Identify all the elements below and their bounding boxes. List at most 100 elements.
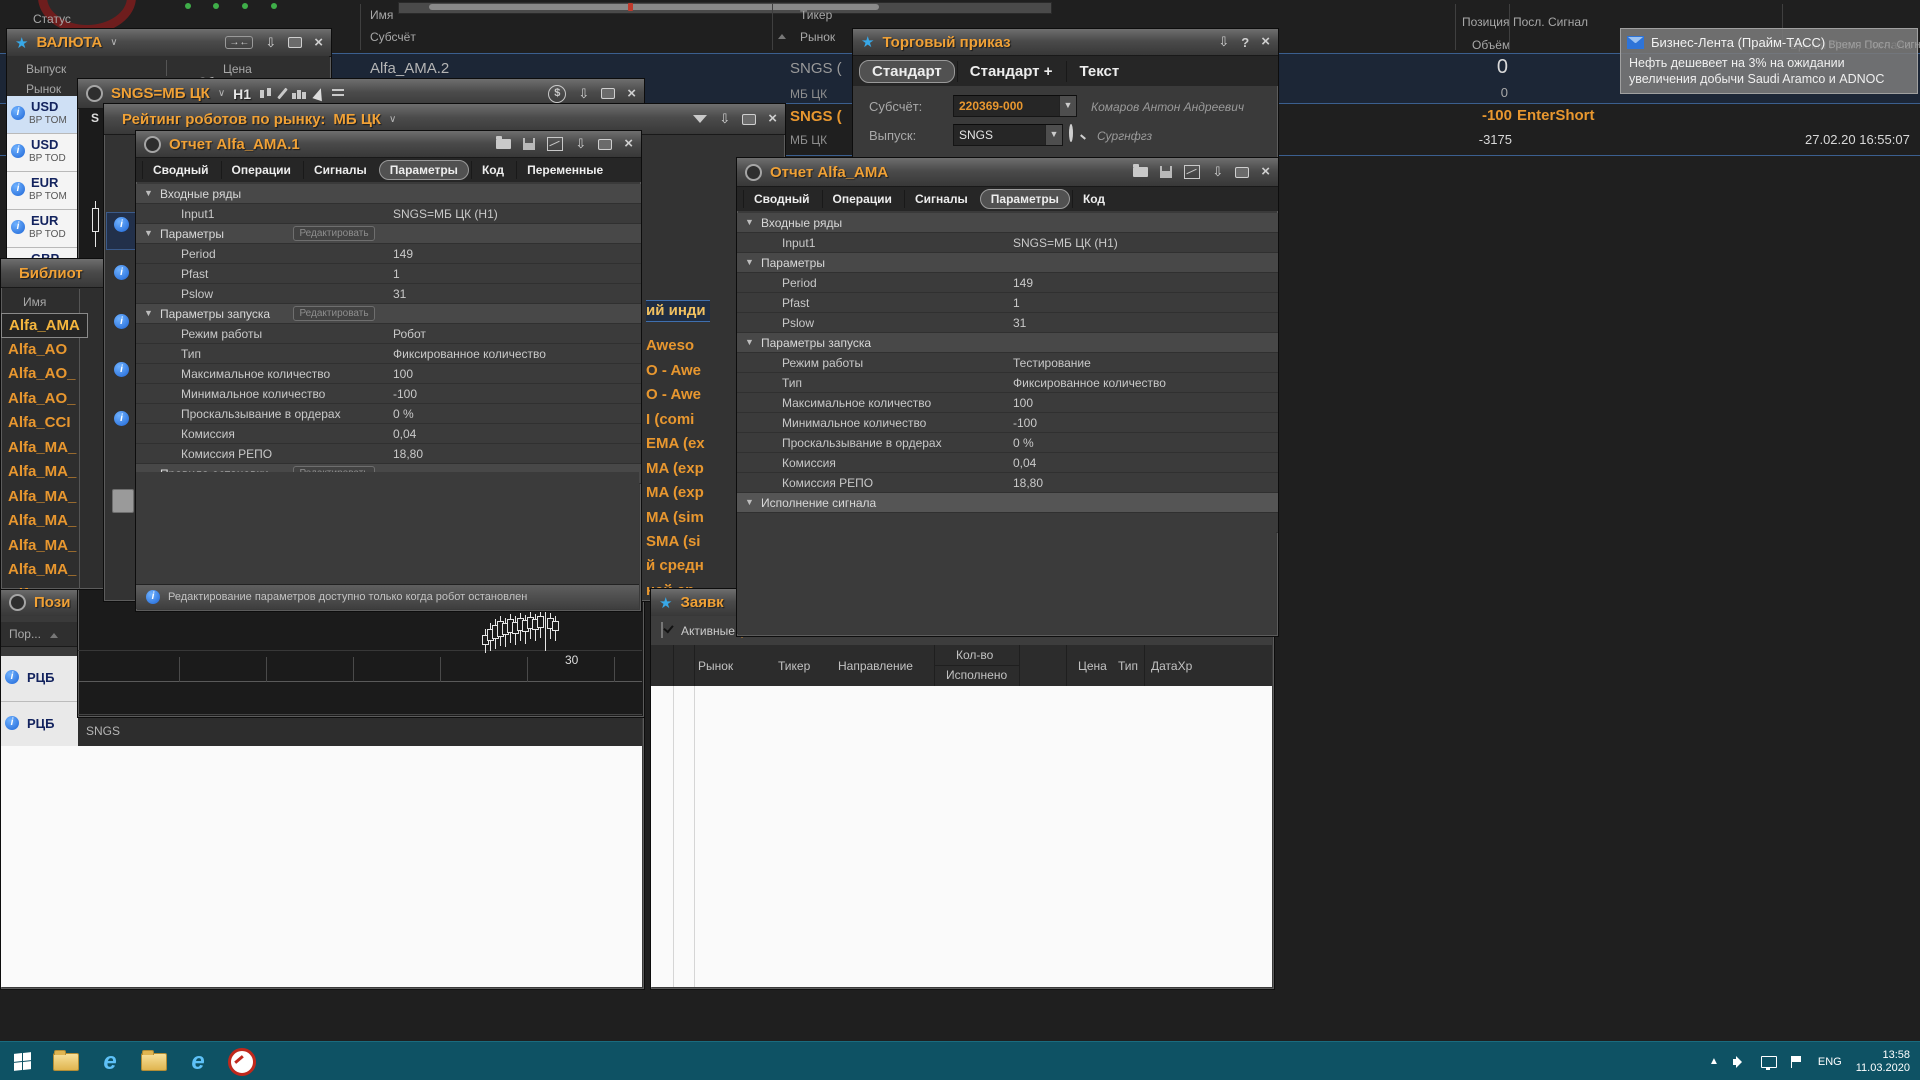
trade-order-titlebar[interactable]: ★ Торговый приказ ⇩ ? × [853, 29, 1278, 56]
info-icon[interactable] [11, 220, 25, 234]
col-position[interactable]: Позиция [1462, 15, 1509, 29]
param-row[interactable]: ▼ Параметры Редактировать [136, 224, 641, 244]
report-tab[interactable]: Сводный [142, 161, 219, 179]
library-item[interactable]: Alfa_MA_ [1, 485, 86, 510]
equity-chart-icon[interactable] [1184, 165, 1200, 179]
param-row[interactable]: Максимальное количество 100 [136, 364, 641, 384]
minimize-icon[interactable] [598, 139, 612, 150]
param-row[interactable]: Pslow 31 [737, 313, 1278, 333]
library-item[interactable]: Alfa_MA_ [1, 558, 86, 583]
param-row[interactable]: ▼ Параметры запуска Редактировать [136, 304, 641, 324]
report1-titlebar[interactable]: Отчет Alfa_AMA.1 ⇩ × [136, 131, 641, 158]
param-row[interactable]: Минимальное количество -100 [136, 384, 641, 404]
collapse-triangle-icon[interactable]: ▼ [144, 188, 153, 198]
robot-name-fragment[interactable]: SMA (si [646, 533, 700, 550]
col-qty[interactable]: Кол-во [956, 648, 993, 662]
close-icon[interactable]: × [1261, 36, 1270, 48]
col-date[interactable]: ДатаХр [1151, 659, 1192, 673]
param-row[interactable]: Комиссия РЕПО 18,80 [737, 473, 1278, 493]
report-tab[interactable]: Параметры [980, 189, 1070, 209]
collapse-triangle-icon[interactable]: ▼ [144, 228, 153, 238]
library-item[interactable]: Alfa_AO [1, 338, 86, 363]
param-row[interactable]: Проскальзывание в ордерах 0 % [737, 433, 1278, 453]
taskbar-ie2-icon[interactable]: e [176, 1042, 220, 1080]
info-icon[interactable] [11, 144, 25, 158]
order-tab[interactable]: Стандарт + [957, 61, 1065, 82]
param-row[interactable]: Режим работы Робот [136, 324, 641, 344]
col-market[interactable]: Рынок [26, 82, 61, 96]
collapse-triangle-icon[interactable]: ▼ [745, 257, 754, 267]
col-name[interactable]: Имя [23, 295, 46, 309]
report-tab[interactable]: Параметры [379, 160, 469, 180]
currency-titlebar[interactable]: ★ ВАЛЮТА ∨ →← ⇩ × [7, 29, 331, 57]
param-row[interactable]: ▼ Параметры запуска [737, 333, 1278, 353]
volume-icon[interactable] [1733, 1056, 1747, 1068]
col-subaccount[interactable]: Субсчёт [370, 30, 416, 44]
tray-expand-icon[interactable]: ▲ [1709, 1056, 1719, 1067]
active-checkbox[interactable] [661, 622, 663, 638]
info-icon[interactable] [114, 217, 129, 232]
pin-down-icon[interactable]: ⇩ [1212, 164, 1223, 180]
open-folder-icon[interactable] [1133, 167, 1148, 177]
col-market[interactable]: Рынок [698, 659, 733, 673]
param-row[interactable]: Режим работы Тестирование [737, 353, 1278, 373]
param-row[interactable]: Тип Фиксированное количество [136, 344, 641, 364]
param-row[interactable]: Комиссия 0,04 [737, 453, 1278, 473]
position-row[interactable]: РЦБ [1, 702, 78, 748]
param-row[interactable]: Комиссия РЕПО 18,80 [136, 444, 641, 464]
currency-row[interactable]: EUR BP TOM [7, 172, 78, 210]
edit-button[interactable]: Редактировать [293, 226, 375, 241]
indicator-icon[interactable] [292, 87, 306, 101]
minimize-icon[interactable] [1235, 167, 1249, 178]
favorite-star-icon[interactable]: ★ [659, 594, 672, 612]
col-price[interactable]: Цена [223, 62, 252, 76]
collapse-triangle-icon[interactable]: ▼ [745, 337, 754, 347]
col-ticker[interactable]: Тикер [778, 659, 810, 673]
library-item[interactable]: Alfa_MA_ [1, 534, 86, 559]
library-item[interactable]: Alfa_AMA [1, 313, 88, 338]
dropdown-arrow-icon[interactable]: ▼ [1045, 125, 1062, 145]
robot-name-fragment[interactable]: O - Awe [646, 362, 701, 379]
col-status[interactable]: Статус [33, 12, 71, 26]
info-icon[interactable] [5, 716, 19, 730]
col-portfolio[interactable]: Пор... [1, 622, 78, 647]
library-item[interactable]: Alfa_MA_ [1, 509, 86, 534]
info-icon[interactable] [11, 182, 25, 196]
robot-name-fragment[interactable]: MA (exp [646, 484, 704, 501]
minimize-icon[interactable] [742, 114, 756, 125]
param-row[interactable]: ▼ Входные ряды [737, 213, 1278, 233]
search-icon[interactable] [1069, 124, 1073, 142]
order-tab[interactable]: Стандарт [859, 60, 955, 83]
taskbar-folder-icon[interactable] [132, 1042, 176, 1080]
report-tab[interactable]: Код [471, 161, 514, 179]
robot-name-fragment[interactable]: ий инди [646, 300, 710, 322]
favorite-star-icon[interactable]: ★ [15, 34, 28, 52]
robot-name-fragment[interactable]: MA (sim [646, 509, 704, 526]
report-tab[interactable]: Код [1072, 190, 1115, 208]
news-notification[interactable]: Бизнес-Лента (Прайм-ТАСС) Время Посл. Си… [1620, 28, 1918, 94]
network-icon[interactable] [1761, 1056, 1777, 1068]
currency-row[interactable]: USD BP TOD [7, 134, 78, 172]
report-tab[interactable]: Операции [221, 161, 301, 179]
col-name[interactable]: Имя [370, 8, 393, 22]
action-center-flag-icon[interactable] [1791, 1056, 1804, 1068]
currency-row[interactable]: EUR BP TOD [7, 210, 78, 248]
library-titlebar[interactable]: Библиот [1, 259, 104, 288]
chevron-down-icon[interactable]: ∨ [389, 114, 396, 125]
info-icon[interactable] [114, 265, 129, 280]
col-direction[interactable]: Направление [838, 659, 913, 673]
report2-titlebar[interactable]: Отчет Alfa_AMA ⇩ × [737, 158, 1278, 187]
param-row[interactable]: Проскальзывание в ордерах 0 % [136, 404, 641, 424]
currency-mode-icon[interactable]: $ [548, 85, 566, 103]
library-item[interactable]: Alfa_AO_ [1, 362, 86, 387]
library-item[interactable]: Alfa_AO_ [1, 387, 86, 412]
param-row[interactable]: Period 149 [737, 273, 1278, 293]
equity-chart-icon[interactable] [547, 137, 563, 151]
info-icon[interactable] [114, 411, 129, 426]
issue-select[interactable]: SNGS ▼ [953, 124, 1063, 146]
filter-icon[interactable] [693, 115, 707, 123]
param-row[interactable]: ▼ Входные ряды [136, 184, 641, 204]
param-row[interactable]: ▼ Исполнение сигнала [737, 493, 1278, 513]
param-row[interactable]: Input1 SNGS=МБ ЦК (H1) [136, 204, 641, 224]
taskbar-ie-icon[interactable]: e [88, 1042, 132, 1080]
